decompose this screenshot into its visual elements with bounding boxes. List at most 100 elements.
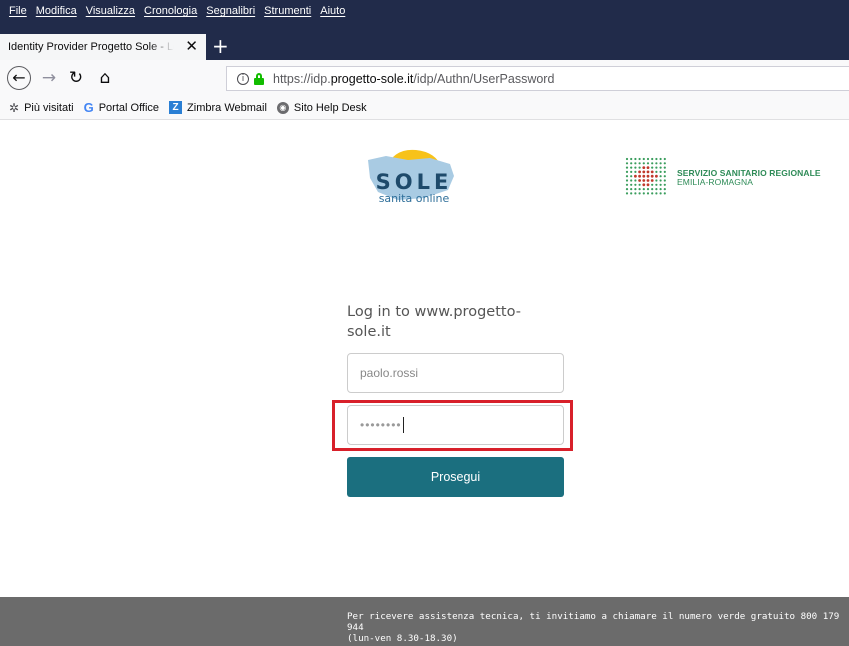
ssr-dot <box>659 166 662 169</box>
ssr-dot <box>625 162 629 165</box>
menu-cronologia[interactable]: Cronologia <box>144 5 197 17</box>
ssr-dot <box>642 174 646 178</box>
ssr-dot <box>630 170 633 173</box>
ssr-dot <box>630 179 633 182</box>
ssr-dot <box>642 157 645 161</box>
ssr-dot <box>642 183 646 187</box>
ssr-dots-icon <box>625 157 666 195</box>
sole-subtitle: sanita online <box>379 192 450 205</box>
bookmark-zimbra-webmail[interactable]: Z Zimbra Webmail <box>169 101 267 114</box>
ssr-dot <box>659 157 662 161</box>
bookmark-label: Sito Help Desk <box>293 101 367 114</box>
ssr-dot <box>650 179 654 182</box>
ssr-dot <box>642 188 645 191</box>
ssr-dot <box>663 170 666 173</box>
ssr-dot <box>659 192 662 195</box>
ssr-dot <box>651 157 654 161</box>
url-prefix: https://idp. <box>273 71 331 86</box>
ssr-dot <box>642 166 646 169</box>
ssr-dot <box>655 192 658 195</box>
ssr-dot <box>663 192 666 195</box>
ssr-dot <box>646 166 650 169</box>
close-icon[interactable]: ✕ <box>185 39 198 54</box>
ssr-dot <box>655 170 658 173</box>
bookmark-label: Zimbra Webmail <box>187 101 267 114</box>
ssr-dot <box>638 162 641 165</box>
menu-segnalibri[interactable]: Segnalibri <box>206 5 255 17</box>
menu-visualizza[interactable]: Visualizza <box>86 5 135 17</box>
bookmark-portal-office[interactable]: G Portal Office <box>84 101 160 114</box>
ssr-dot <box>663 188 666 191</box>
menu-aiuto[interactable]: Aiuto <box>320 5 345 17</box>
bookmark-piu-visitati[interactable]: ✲ Più visitati <box>9 102 74 114</box>
ssr-dot <box>630 192 633 195</box>
login-heading: Log in to www.progetto-sole.it <box>347 304 521 340</box>
ssr-dot <box>655 183 658 186</box>
lock-icon[interactable] <box>254 72 264 85</box>
ssr-dot <box>630 166 633 169</box>
footer: Per ricevere assistenza tecnica, ti invi… <box>0 597 849 646</box>
bookmark-label: Portal Office <box>98 101 160 114</box>
ssr-dot <box>655 166 658 169</box>
ssr-dot <box>659 188 662 191</box>
ssr-dot <box>663 183 666 186</box>
forward-arrow-icon[interactable]: → <box>40 67 58 89</box>
ssr-dot <box>634 166 637 169</box>
ssr-dot <box>646 157 650 161</box>
address-bar[interactable]: i https://idp. progetto-sole.it/idp/Authn… <box>226 66 849 91</box>
ssr-dot <box>638 192 641 195</box>
bookmark-sito-help-desk[interactable]: ◉ Sito Help Desk <box>276 101 367 114</box>
ssr-dot <box>625 175 629 178</box>
username-value: paolo.rossi <box>360 366 419 380</box>
ssr-dot <box>651 188 654 191</box>
ssr-dot <box>630 162 633 165</box>
username-field[interactable]: paolo.rossi <box>347 353 564 393</box>
ssr-dot <box>625 157 629 161</box>
ssr-dot <box>663 157 666 161</box>
back-arrow-icon[interactable]: ← <box>7 66 31 90</box>
ssr-dot <box>659 183 662 186</box>
ssr-dot <box>646 188 650 191</box>
ssr-dot <box>659 175 662 178</box>
reload-icon[interactable]: ↻ <box>67 67 85 89</box>
gear-icon: ✲ <box>9 100 20 115</box>
home-icon[interactable]: ⌂ <box>96 67 114 89</box>
url-path: /idp/Authn/UserPassword <box>413 71 555 86</box>
ssr-dot <box>625 179 629 182</box>
footer-text: Per ricevere assistenza tecnica, ti invi… <box>347 611 847 644</box>
ssr-dot <box>646 183 650 187</box>
menu-strumenti[interactable]: Strumenti <box>264 5 311 17</box>
ssr-dot <box>634 188 637 191</box>
globe-icon: ◉ <box>276 101 289 114</box>
ssr-dot <box>630 175 633 178</box>
ssr-dot <box>655 174 658 178</box>
ssr-dot <box>646 192 650 195</box>
ssr-dot <box>651 166 654 169</box>
prosegui-button[interactable]: Prosegui <box>347 457 564 497</box>
ssr-dot <box>638 183 641 186</box>
ssr-dot <box>638 174 641 178</box>
new-tab-icon[interactable]: + <box>212 36 229 56</box>
ssr-dot <box>638 170 641 174</box>
menu-file[interactable]: File <box>9 5 27 17</box>
ssr-dot <box>638 188 641 191</box>
ssr-dot <box>625 188 629 191</box>
menu-modifica[interactable]: Modifica <box>36 5 77 17</box>
ssr-dot <box>655 188 658 191</box>
ssr-dot <box>642 192 645 195</box>
ssr-dot <box>659 162 662 165</box>
ssr-text: SERVIZIO SANITARIO REGIONALE EMILIA-ROMA… <box>677 169 821 187</box>
tab-identity-provider[interactable]: Identity Provider Progetto Sole - Log ✕ <box>0 34 206 60</box>
ssr-logo: SERVIZIO SANITARIO REGIONALE EMILIA-ROMA… <box>625 157 825 197</box>
info-icon[interactable]: i <box>237 72 249 85</box>
ssr-dot <box>663 175 666 178</box>
url-host: progetto-sole.it <box>330 71 414 86</box>
ssr-dot <box>642 170 646 174</box>
ssr-dot <box>646 170 650 174</box>
ssr-dot <box>646 179 650 182</box>
ssr-dot <box>651 162 654 165</box>
ssr-dot <box>634 179 637 182</box>
ssr-dot <box>650 174 654 178</box>
sole-title: SOLE <box>376 170 453 194</box>
ssr-dot <box>625 166 629 169</box>
